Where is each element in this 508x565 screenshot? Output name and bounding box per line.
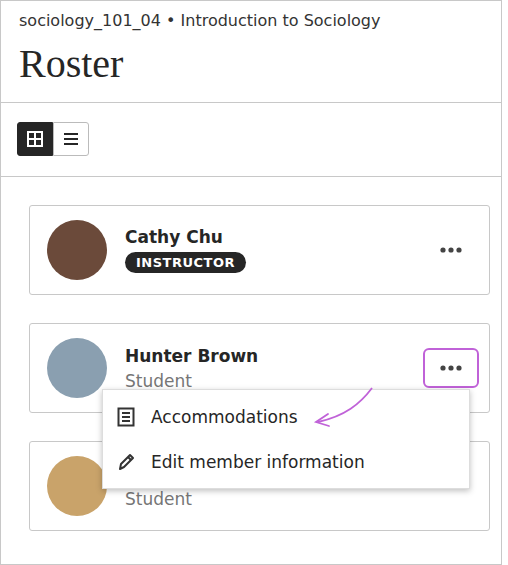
- view-toggle: [17, 122, 485, 156]
- list-view-button[interactable]: [53, 122, 89, 156]
- grid-view-button[interactable]: [17, 122, 53, 156]
- avatar-photo: [47, 220, 107, 280]
- more-button[interactable]: [423, 348, 479, 388]
- member-menu: Accommodations Edit member information: [102, 389, 470, 489]
- member-info: Hunter Brown Student: [125, 346, 405, 391]
- more-button[interactable]: [423, 230, 479, 270]
- view-toolbar: [1, 103, 501, 177]
- annotation-arrow-icon: [300, 380, 390, 430]
- more-icon: [440, 365, 462, 371]
- member-card: Hunter BrownStudentAccommodationsEdit me…: [29, 323, 490, 413]
- member-role: Student: [125, 489, 192, 509]
- member-name[interactable]: Cathy Chu: [125, 227, 223, 247]
- course-title: sociology_101_04 • Introduction to Socio…: [19, 11, 483, 30]
- menu-item-label: Accommodations: [151, 407, 298, 427]
- menu-item[interactable]: Edit member information: [103, 439, 469, 484]
- role-badge: INSTRUCTOR: [125, 252, 246, 273]
- member-card: Cathy Chu INSTRUCTOR: [29, 205, 490, 295]
- member-name[interactable]: Hunter Brown: [125, 346, 258, 366]
- document-icon: [117, 407, 135, 427]
- member-role: Student: [125, 371, 192, 391]
- avatar-photo: [47, 338, 107, 398]
- more-icon: [440, 247, 462, 253]
- list-icon: [63, 131, 79, 147]
- roster-page: sociology_101_04 • Introduction to Socio…: [0, 0, 502, 565]
- member-info: Cathy Chu INSTRUCTOR: [125, 227, 405, 273]
- pencil-icon: [117, 452, 135, 472]
- menu-item[interactable]: Accommodations: [103, 394, 469, 439]
- menu-item-label: Edit member information: [151, 452, 365, 472]
- page-title: Roster: [19, 38, 483, 90]
- avatar-photo: [47, 456, 107, 516]
- member-list: Cathy ChuINSTRUCTORHunter BrownStudentAc…: [1, 177, 501, 531]
- page-header: sociology_101_04 • Introduction to Socio…: [1, 1, 501, 103]
- grid-icon: [27, 131, 43, 147]
